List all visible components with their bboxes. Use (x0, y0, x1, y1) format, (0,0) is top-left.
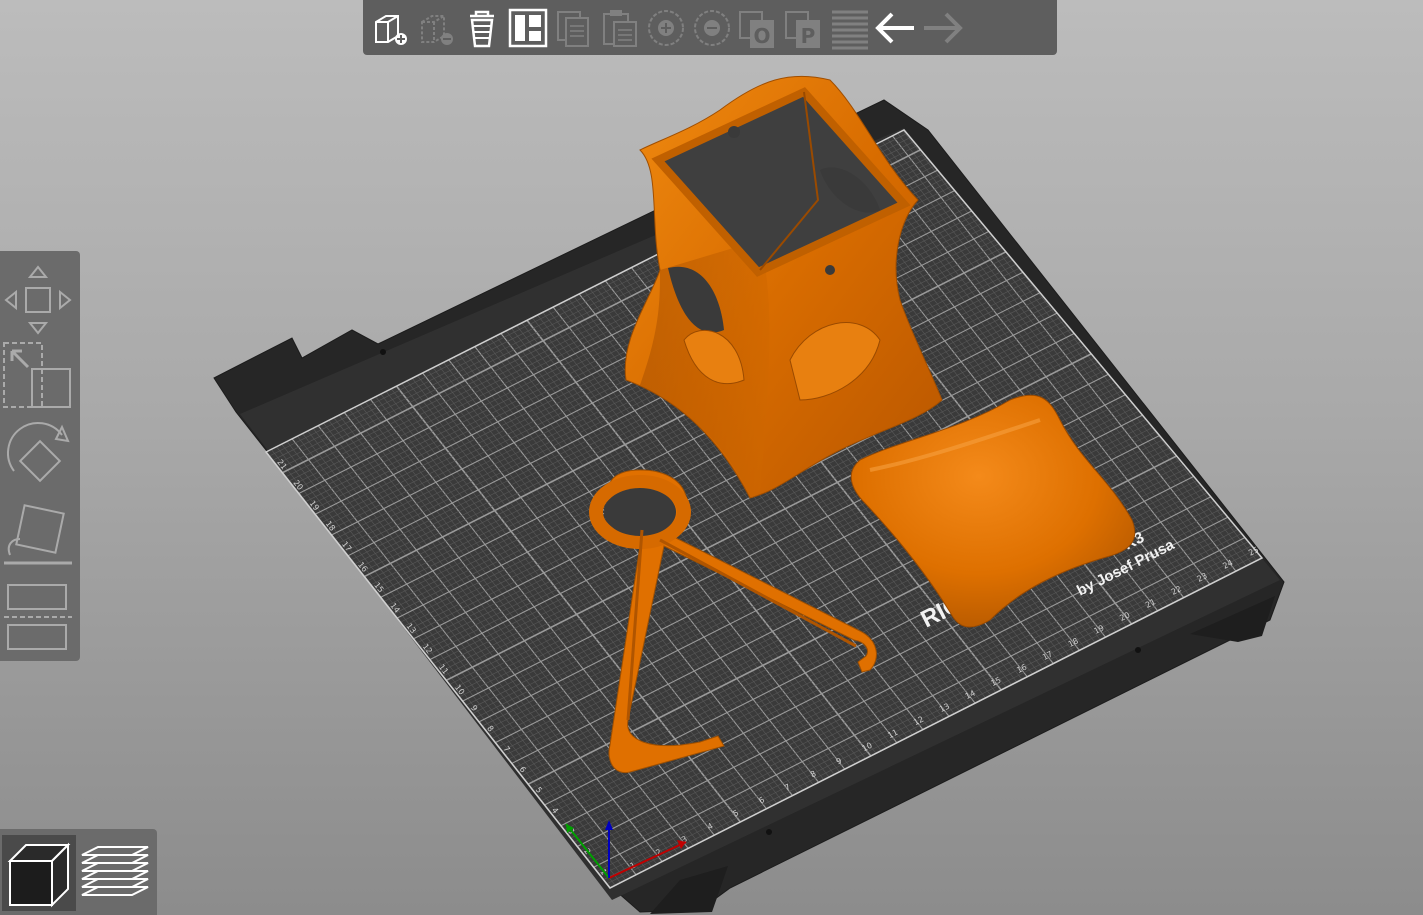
layers-icon (832, 10, 868, 49)
left-toolbar (0, 251, 80, 661)
split-objects-icon: O (739, 10, 774, 48)
arrange-icon (508, 8, 548, 47)
arrow-right-icon (924, 12, 963, 43)
place-on-face-tool-button[interactable] (0, 499, 76, 573)
copy-icon (557, 10, 589, 47)
add-object-button[interactable] (367, 3, 413, 53)
place-on-face-icon (4, 504, 72, 565)
scale-icon (3, 342, 71, 408)
split-objects-letter: O (753, 24, 770, 48)
layers-stack-icon (81, 846, 149, 896)
delete-object-button[interactable] (413, 3, 459, 53)
move-tool-button[interactable] (0, 257, 76, 339)
top-toolbar: O P (363, 0, 1057, 55)
redo-button[interactable] (919, 3, 965, 53)
paste-icon (603, 9, 637, 47)
view-preview-button[interactable] (78, 835, 152, 911)
cube-minus-icon (421, 14, 453, 45)
remove-instance-button[interactable] (689, 3, 735, 53)
cube-icon (7, 842, 71, 908)
copy-button[interactable] (551, 3, 597, 53)
split-parts-button[interactable]: P (781, 3, 827, 53)
split-parts-icon: P (785, 10, 820, 48)
split-objects-button[interactable]: O (735, 3, 781, 53)
undo-button[interactable] (873, 3, 919, 53)
minus-circle-icon (694, 9, 730, 46)
delete-all-button[interactable] (459, 3, 505, 53)
rotate-tool-button[interactable] (0, 417, 76, 497)
cube-plus-icon (375, 14, 407, 45)
plus-circle-icon (648, 9, 684, 46)
arrange-button[interactable] (505, 3, 551, 53)
cut-icon (4, 584, 72, 650)
paste-button[interactable] (597, 3, 643, 53)
scale-tool-button[interactable] (0, 339, 76, 415)
3d-viewport[interactable]: RIGI K3 by Josef Prusa 1 2 3 4 5 6 7 8 9 10 11 12 13… (0, 0, 1423, 915)
scene-canvas[interactable]: RIGI K3 by Josef Prusa 12345678910111213… (0, 0, 1423, 915)
arrow-left-icon (875, 12, 914, 43)
layers-editing-button[interactable] (827, 3, 873, 53)
trash-icon (470, 10, 494, 47)
view-switcher (0, 829, 157, 915)
split-parts-letter: P (801, 24, 816, 48)
view-3d-button[interactable] (2, 835, 76, 911)
move-icon (4, 265, 72, 335)
cut-tool-button[interactable] (0, 577, 76, 657)
add-instance-button[interactable] (643, 3, 689, 53)
rotate-icon (7, 422, 70, 483)
